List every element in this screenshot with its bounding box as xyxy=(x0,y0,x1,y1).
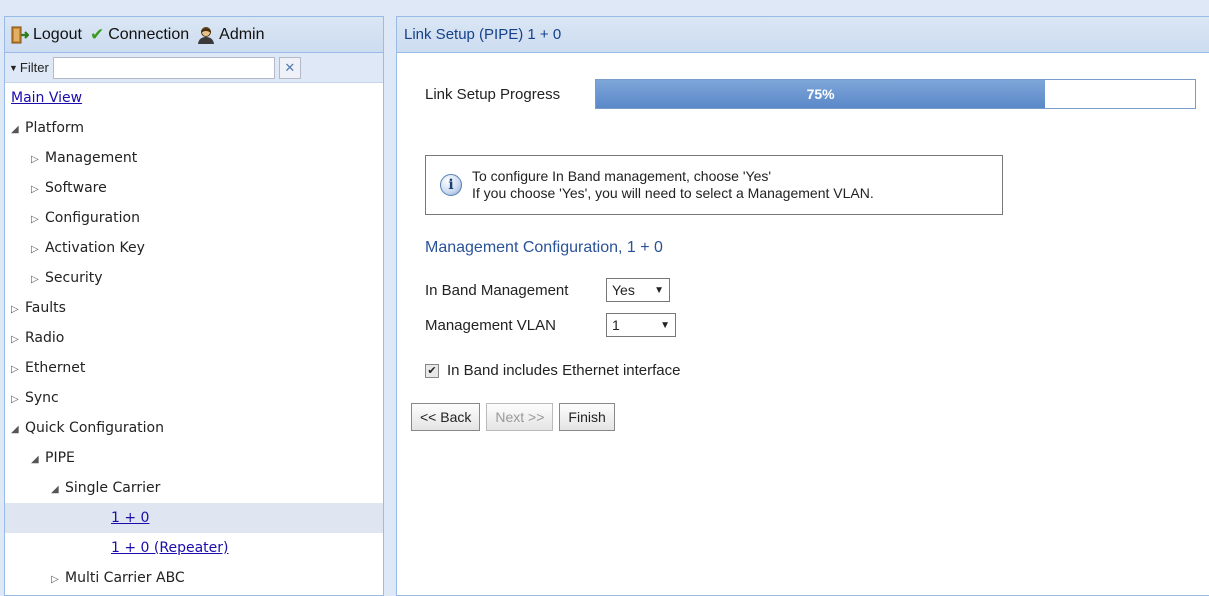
dropdown-arrow-icon: ▼ xyxy=(654,284,664,296)
navigation-tree: Main View ◢ Platform ▷ Management ▷ Software ▷ C… xyxy=(5,83,383,593)
tree-item-label: Radio xyxy=(25,330,65,346)
tree-item-label: PIPE xyxy=(45,450,75,466)
next-button[interactable]: Next >> xyxy=(486,403,554,431)
collapsed-triangle-icon[interactable]: ▷ xyxy=(31,235,45,265)
tree-item-label: Multi Carrier ABC xyxy=(65,570,185,586)
close-icon: ✕ xyxy=(284,59,296,75)
info-line-1: To configure In Band management, choose … xyxy=(472,168,772,184)
tree-item-quick-configuration[interactable]: ◢ Quick Configuration xyxy=(5,413,383,443)
tree-item-radio[interactable]: ▷ Radio xyxy=(5,323,383,353)
expanded-triangle-icon[interactable]: ◢ xyxy=(31,445,45,475)
back-button[interactable]: << Back xyxy=(411,403,481,431)
ethernet-checkbox-label: In Band includes Ethernet interface xyxy=(447,362,681,379)
wizard-buttons: << Back Next >> Finish xyxy=(411,403,615,431)
tree-item-configuration[interactable]: ▷ Configuration xyxy=(5,203,383,233)
tree-item-single-carrier[interactable]: ◢ Single Carrier xyxy=(5,473,383,503)
admin-button[interactable]: Admin xyxy=(197,25,265,44)
page-title: Link Setup (PIPE) 1 + 0 xyxy=(404,26,562,43)
in-band-label: In Band Management xyxy=(425,281,569,299)
tree-item-label[interactable]: Main View xyxy=(11,90,82,106)
section-title: Management Configuration, 1 + 0 xyxy=(425,239,663,256)
nav-header: Logout ✔ Connection Admin xyxy=(5,17,383,53)
tree-item-label: Activation Key xyxy=(45,240,145,256)
logout-door-icon xyxy=(11,26,29,43)
ethernet-checkbox-row: ✔ In Band includes Ethernet interface xyxy=(425,362,680,379)
vlan-select[interactable]: 1 ▼ xyxy=(606,313,676,337)
finish-button[interactable]: Finish xyxy=(559,403,615,431)
collapsed-triangle-icon[interactable]: ▷ xyxy=(31,265,45,295)
collapsed-triangle-icon[interactable]: ▷ xyxy=(31,175,45,205)
dropdown-arrow-icon: ▼ xyxy=(660,319,670,331)
admin-label: Admin xyxy=(219,25,265,43)
triangle-down-icon: ▼ xyxy=(9,62,18,73)
tree-item-label: Sync xyxy=(25,390,59,406)
info-icon: i xyxy=(440,174,462,196)
tree-item-label: Single Carrier xyxy=(65,480,161,496)
tree-item-label: Software xyxy=(45,180,107,196)
vlan-row: Management VLAN 1 ▼ xyxy=(425,313,676,337)
info-text: To configure In Band management, choose … xyxy=(472,168,874,202)
in-band-select[interactable]: Yes ▼ xyxy=(606,278,670,302)
tree-item-label: Platform xyxy=(25,120,85,136)
tree-item-pipe[interactable]: ◢ PIPE xyxy=(5,443,383,473)
connection-button[interactable]: ✔ Connection xyxy=(90,25,189,45)
tree-item-label: Faults xyxy=(25,300,66,316)
tree-item-label: Security xyxy=(45,270,103,286)
tree-item-faults[interactable]: ▷ Faults xyxy=(5,293,383,323)
tree-item-activation-key[interactable]: ▷ Activation Key xyxy=(5,233,383,263)
filter-label: Filter xyxy=(19,60,49,75)
in-band-row: In Band Management Yes ▼ xyxy=(425,278,670,302)
tree-item-label: Management xyxy=(45,150,138,166)
expanded-triangle-icon[interactable]: ◢ xyxy=(51,475,65,505)
tree-item-label[interactable]: 1 + 0 xyxy=(111,510,149,526)
tree-item-security[interactable]: ▷ Security xyxy=(5,263,383,293)
tree-item-platform[interactable]: ◢ Platform xyxy=(5,113,383,143)
connection-label: Connection xyxy=(108,25,190,43)
tree-item-1-0[interactable]: 1 + 0 xyxy=(5,503,383,533)
vlan-value: 1 xyxy=(612,317,620,333)
in-band-value: Yes xyxy=(612,282,635,298)
filter-clear-button[interactable]: ✕ xyxy=(278,56,301,79)
logout-button[interactable]: Logout xyxy=(11,26,82,44)
tree-item-label[interactable]: 1 + 0 (Repeater) xyxy=(111,540,228,556)
navigation-panel: Logout ✔ Connection Admin ▼ Filter ✕ Mai… xyxy=(4,16,384,596)
info-box: i To configure In Band management, choos… xyxy=(425,155,1003,215)
collapsed-triangle-icon[interactable]: ▷ xyxy=(11,295,25,325)
collapsed-triangle-icon[interactable]: ▷ xyxy=(11,355,25,385)
collapsed-triangle-icon[interactable]: ▷ xyxy=(31,205,45,235)
filter-input[interactable] xyxy=(52,56,275,79)
progress-text: 75% xyxy=(806,86,835,102)
tree-item-management[interactable]: ▷ Management xyxy=(5,143,383,173)
collapsed-triangle-icon[interactable]: ▷ xyxy=(11,325,25,355)
expanded-triangle-icon[interactable]: ◢ xyxy=(11,115,25,145)
info-line-2: If you choose 'Yes', you will need to se… xyxy=(472,185,874,201)
tree-item-label: Configuration xyxy=(45,210,140,226)
progress-bar: 75% xyxy=(595,79,1196,109)
tree-item-main-view[interactable]: Main View xyxy=(5,83,383,113)
tree-item-label: Ethernet xyxy=(25,360,86,376)
user-icon xyxy=(198,26,215,44)
tree-item-1-0-repeater[interactable]: 1 + 0 (Repeater) xyxy=(5,533,383,563)
tree-item-sync[interactable]: ▷ Sync xyxy=(5,383,383,413)
progress-label: Link Setup Progress xyxy=(425,85,561,103)
collapsed-triangle-icon[interactable]: ▷ xyxy=(31,145,45,175)
tree-item-ethernet[interactable]: ▷ Ethernet xyxy=(5,353,383,383)
content-panel: Link Setup (PIPE) 1 + 0 Link Setup Progr… xyxy=(396,16,1209,596)
content-header: Link Setup (PIPE) 1 + 0 xyxy=(397,17,1209,53)
filter-toggle[interactable]: ▼ Filter xyxy=(9,60,49,75)
tree-item-multi-carrier-abc[interactable]: ▷ Multi Carrier ABC xyxy=(5,563,383,593)
tree-item-software[interactable]: ▷ Software xyxy=(5,173,383,203)
checkmark-icon: ✔ xyxy=(89,24,105,44)
filter-row: ▼ Filter ✕ xyxy=(5,53,383,83)
collapsed-triangle-icon[interactable]: ▷ xyxy=(51,565,65,595)
tree-item-label: Quick Configuration xyxy=(25,420,164,436)
collapsed-triangle-icon[interactable]: ▷ xyxy=(11,385,25,415)
ethernet-checkbox[interactable]: ✔ xyxy=(425,363,439,378)
expanded-triangle-icon[interactable]: ◢ xyxy=(11,415,25,445)
logout-label: Logout xyxy=(33,25,82,43)
progress-row: Link Setup Progress 75% xyxy=(425,79,1196,109)
vlan-label: Management VLAN xyxy=(425,316,556,334)
